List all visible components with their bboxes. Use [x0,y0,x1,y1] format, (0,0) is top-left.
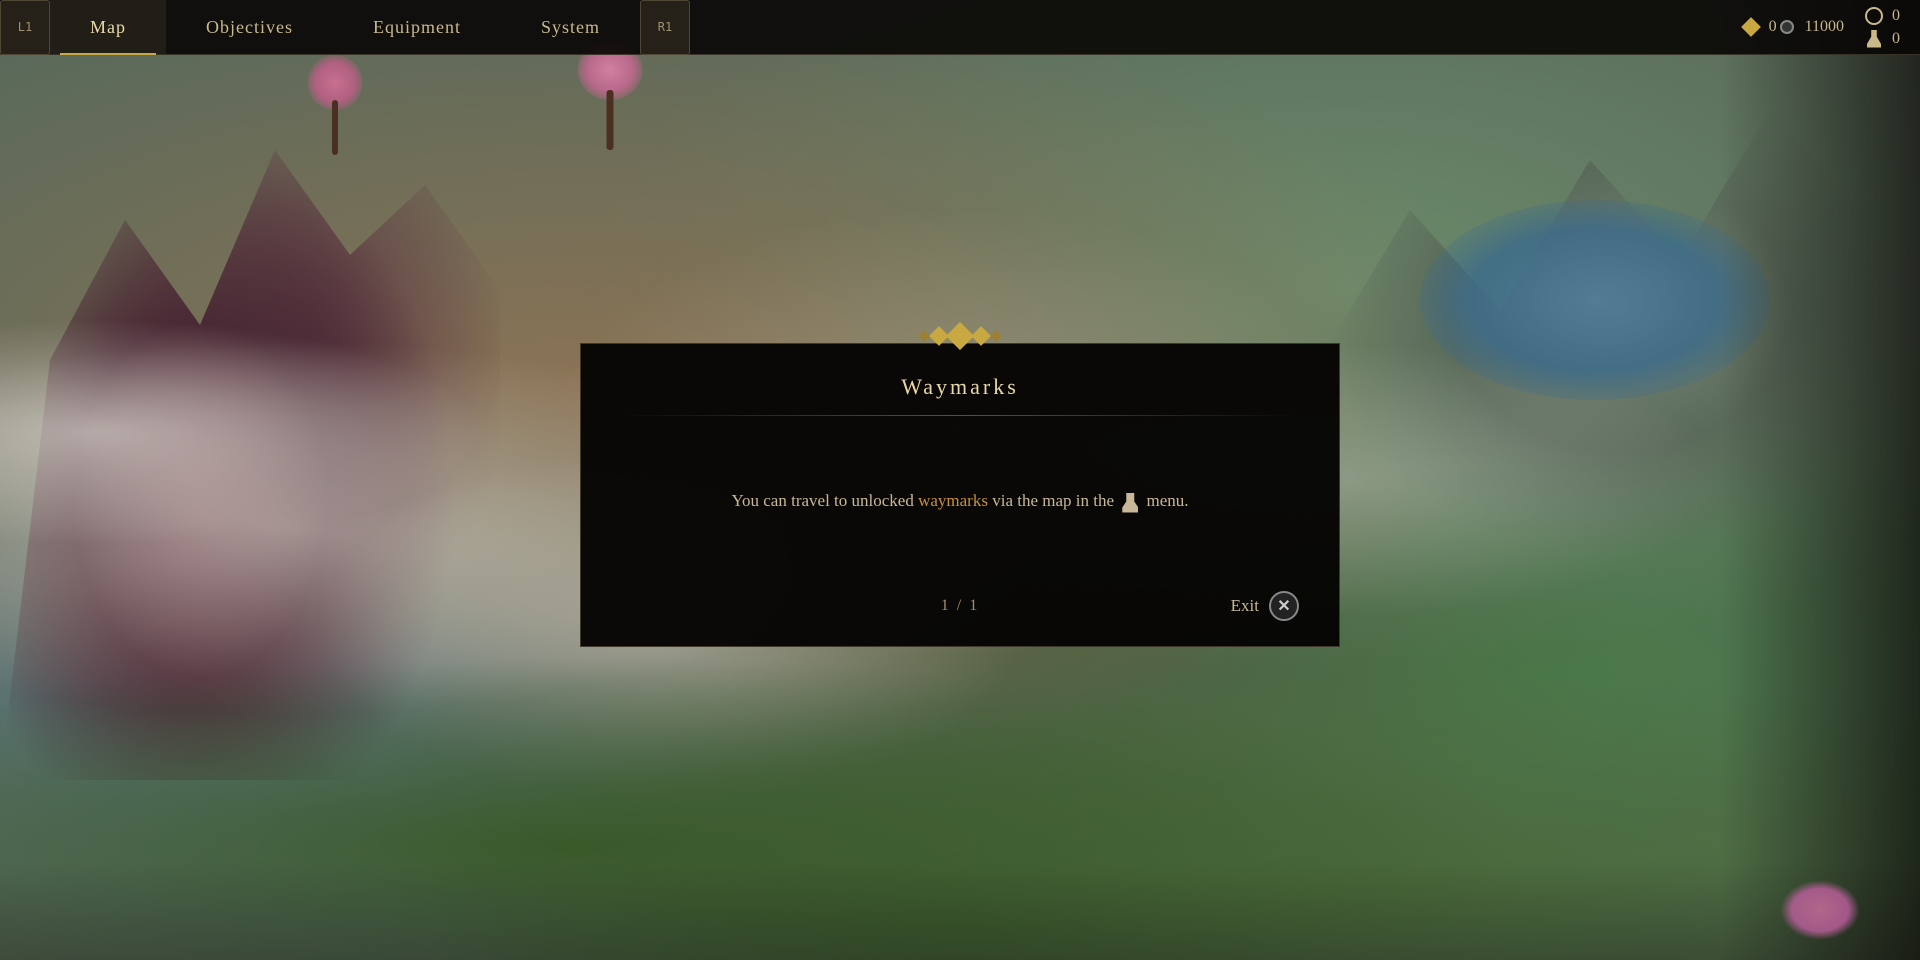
deco-diamond-center [946,322,974,350]
modal-text-after: via the map in the [988,491,1114,510]
exit-circle-icon: ✕ [1269,591,1299,621]
tab-map[interactable]: Map [50,0,166,55]
flask-inline-icon [1122,493,1138,513]
globe-value: 0 [1892,7,1900,25]
tab-system[interactable]: System [501,0,640,55]
record-icon [1777,17,1797,37]
cherry-tree-left [305,55,365,155]
modal-body: You can travel to unlocked waymarks via … [581,416,1339,576]
tab-objectives-label: Objectives [206,17,293,38]
page-current: 1 [941,597,951,614]
modal-page-indicator: 1 / 1 [847,597,1073,615]
modal-text-highlight: waymarks [918,491,988,510]
tab-map-label: Map [90,17,126,38]
globe-stat: 0 [1864,6,1900,26]
currency-value: 0 [1769,18,1777,36]
modal-body-text: You can travel to unlocked waymarks via … [731,487,1188,514]
tab-equipment[interactable]: Equipment [333,0,501,55]
record-stat: 11000 [1777,17,1844,37]
left-bumper-label: L1 [18,20,32,34]
modal-footer: 1 / 1 Exit ✕ [581,576,1339,646]
flask-icon [1864,29,1884,49]
modal-text-before: You can travel to unlocked [731,491,918,510]
record-value: 11000 [1805,18,1844,36]
diamond-icon [1741,17,1761,37]
flask-stat: 0 [1864,29,1900,49]
top-nav: L1 Map Objectives Equipment System R1 0 … [0,0,1920,55]
left-bumper-button[interactable]: L1 [0,0,50,55]
tab-equipment-label: Equipment [373,17,461,38]
terrain-water [1420,200,1770,400]
petal-decoration [1780,880,1860,940]
deco-diamond-right [971,326,991,346]
modal-text-end: menu. [1147,491,1189,510]
deco-diamond-small-left [918,330,929,341]
waymarks-modal: Waymarks You can travel to unlocked waym… [580,343,1340,647]
cherry-tree-center [575,40,645,150]
tab-system-label: System [541,17,600,38]
tab-objectives[interactable]: Objectives [166,0,333,55]
flask-value: 0 [1892,30,1900,48]
globe-icon [1864,6,1884,26]
right-bumper-button[interactable]: R1 [640,0,690,55]
exit-label: Exit [1231,596,1259,616]
exit-button[interactable]: Exit ✕ [1231,591,1299,621]
modal-title: Waymarks [581,344,1339,415]
currency-stat: 0 [1741,17,1777,37]
deco-diamond-small-right [990,330,1001,341]
modal-top-decoration [920,326,1000,346]
right-bumper-label: R1 [658,20,672,34]
page-total: 1 [969,597,979,614]
page-separator: / [957,597,969,614]
